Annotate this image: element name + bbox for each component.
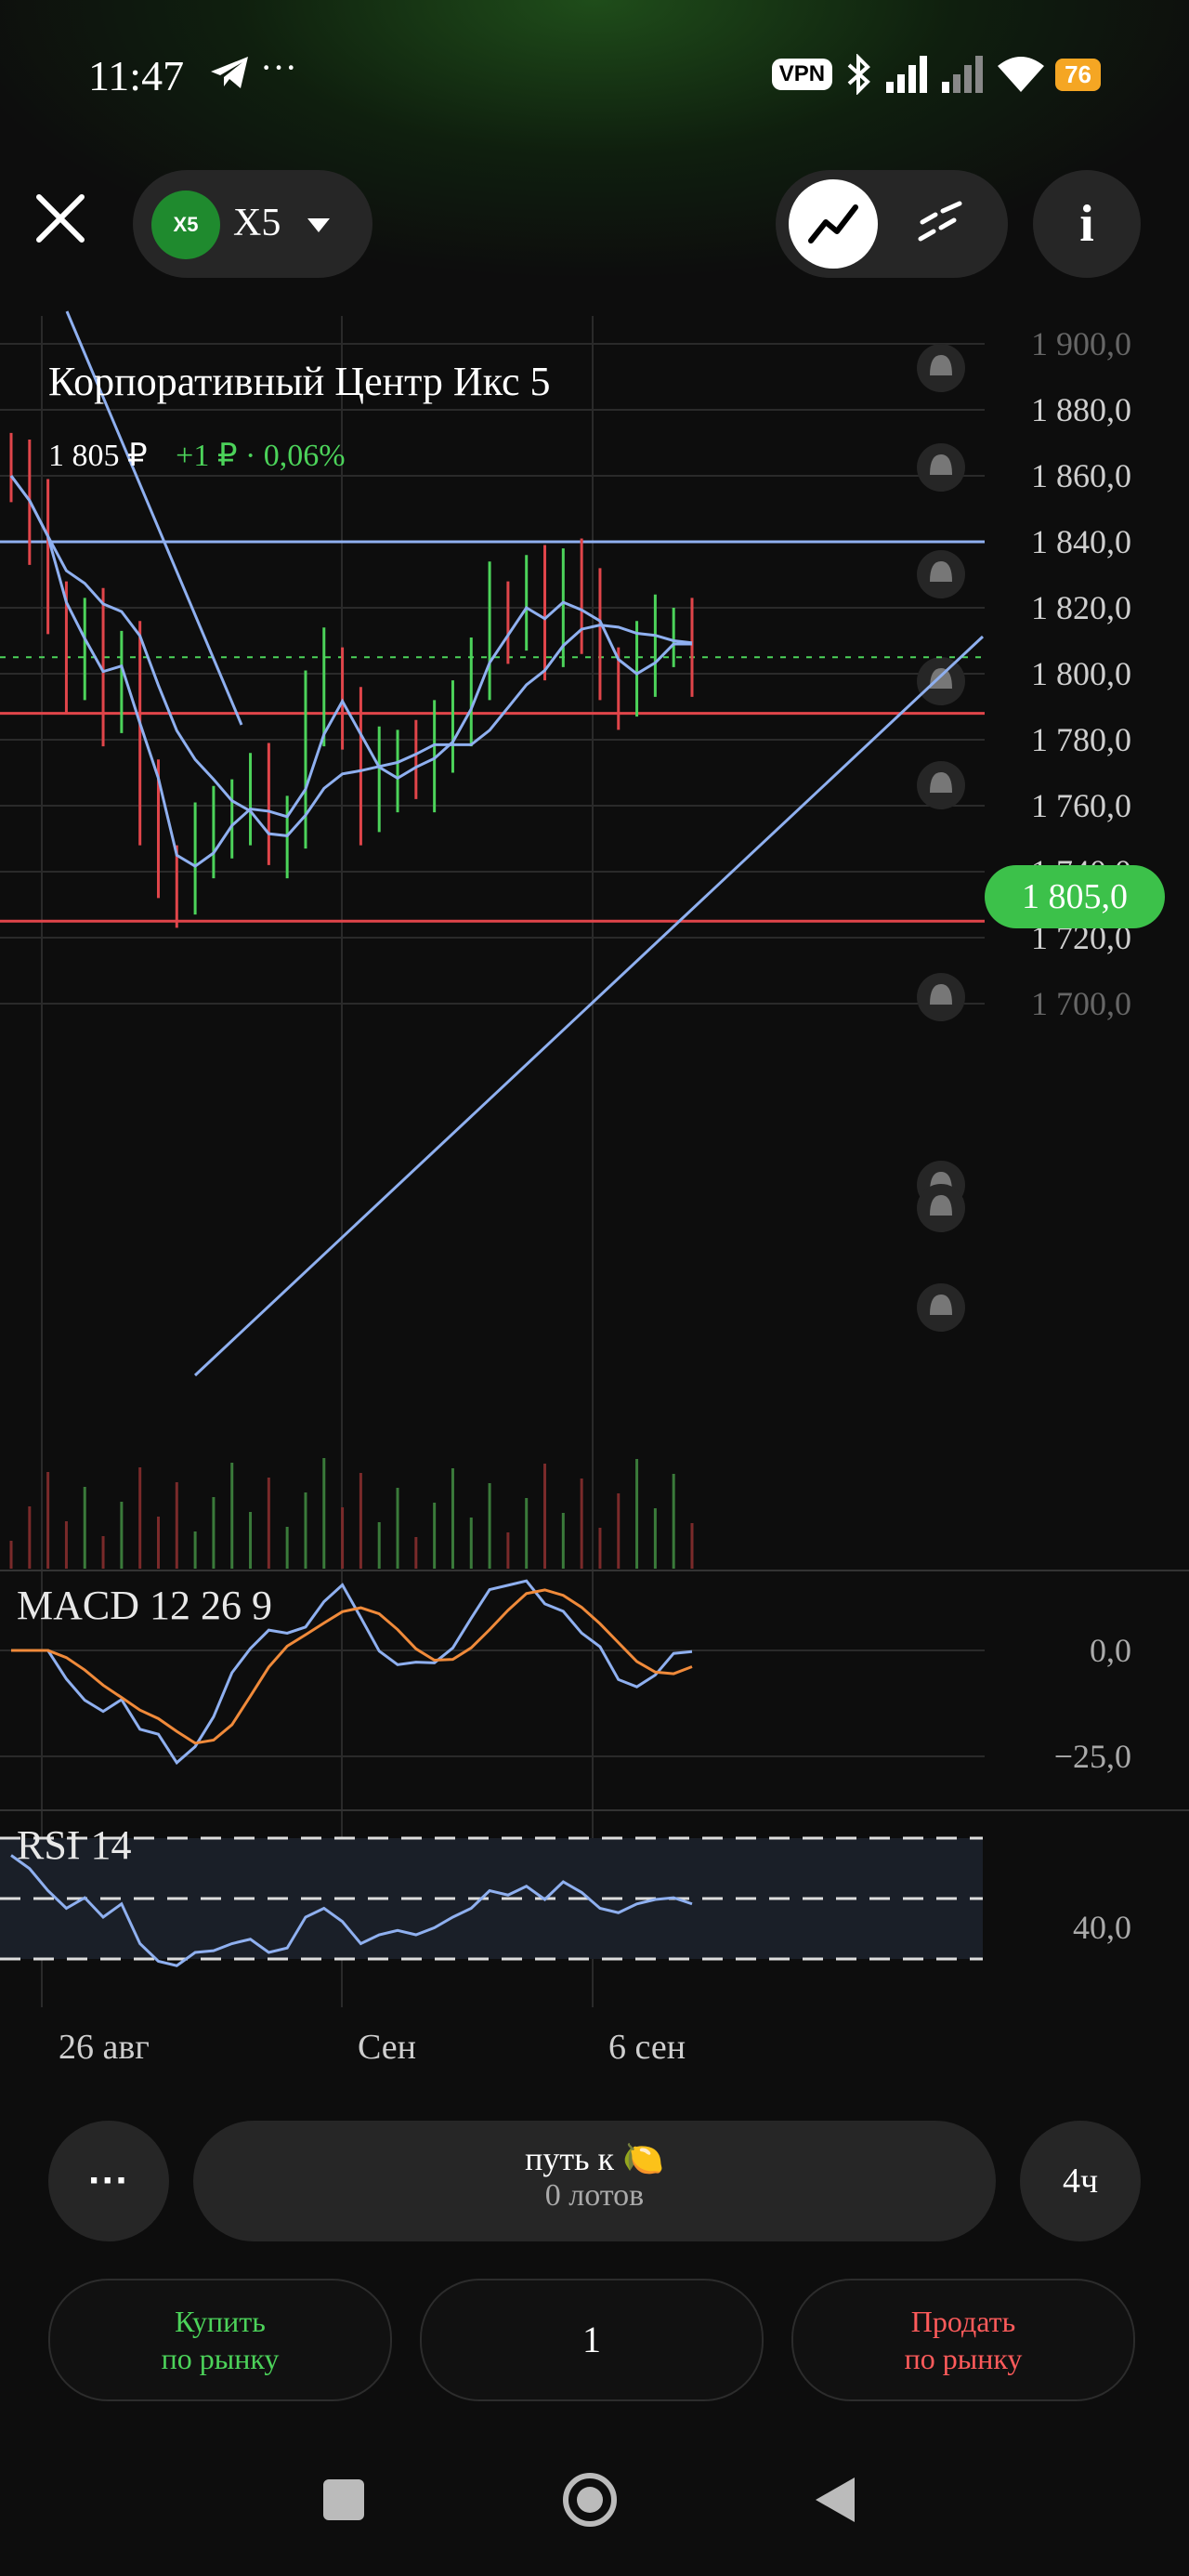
time-axis-label: 6 сен (608, 2028, 686, 2067)
ticker-name: X5 (233, 202, 281, 244)
price-axis-label: 1 840,0 (1031, 523, 1131, 560)
rsi-axis-label: 40,0 (1073, 1909, 1131, 1946)
macd-axis-label: −25,0 (1054, 1738, 1131, 1775)
price-axis-label: 1 800,0 (1031, 655, 1131, 692)
current-price: 1 805 ₽ (48, 439, 148, 473)
trend-line (193, 635, 985, 1377)
price-axis-label: 1 860,0 (1031, 457, 1131, 494)
signal-icon (886, 56, 928, 93)
status-bar: 11:47 ··· VPN 76 (88, 46, 1101, 99)
price-axis-label: 1 760,0 (1031, 787, 1131, 824)
macd-label: MACD 12 26 9 (17, 1583, 272, 1628)
chevron-down-icon (307, 218, 330, 232)
time-axis-label: 26 авг (59, 2028, 150, 2067)
system-nav-bar (323, 2473, 855, 2527)
battery-indicator: 76 (1055, 58, 1101, 91)
sell-label: Продать (910, 2305, 1016, 2338)
wifi-icon (998, 57, 1045, 92)
signal-icon (942, 56, 984, 93)
vpn-badge: VPN (771, 59, 833, 90)
price-summary: 1 805 ₽ +1 ₽ · 0,06% (48, 437, 346, 474)
buy-label: Купить (175, 2305, 266, 2338)
status-time: 11:47 (88, 52, 185, 99)
quantity-field[interactable]: 1 (420, 2279, 764, 2401)
time-axis-label: Сен (358, 2028, 416, 2067)
line-chart-mode-button[interactable] (789, 179, 878, 269)
ticker-selector[interactable]: X5 X5 (133, 170, 372, 278)
sell-market-button[interactable]: Продать по рынку (791, 2279, 1135, 2401)
macd-axis-label: 0,0 (1090, 1632, 1131, 1669)
close-icon[interactable] (28, 186, 93, 251)
instrument-name: Корпоративный Центр Икс 5 (48, 359, 551, 404)
moving-average-fast (9, 475, 692, 868)
back-icon[interactable] (816, 2477, 855, 2522)
rsi-label: RSI 14 (17, 1822, 131, 1868)
line-chart-icon (808, 204, 858, 243)
chart-mode-toggle (776, 170, 1008, 278)
strategy-lots: 0 лотов (544, 2178, 645, 2213)
price-axis-label: 1 820,0 (1031, 589, 1131, 626)
moving-average-slow (9, 475, 693, 837)
price-axis-label: 1 780,0 (1031, 721, 1131, 758)
buy-sublabel: по рынку (161, 2342, 280, 2375)
price-axis-label: 1 700,0 (1031, 985, 1131, 1022)
drawing-tools-icon[interactable] (915, 198, 971, 250)
status-more: ··· (260, 46, 297, 88)
price-chart[interactable]: 1 900,0 1 880,0 1 860,0 1 840,0 1 820,0 1 800… (0, 297, 1189, 2119)
price-axis-label: 1 900,0 (1031, 325, 1131, 362)
bluetooth-icon (847, 54, 870, 95)
recents-icon[interactable] (323, 2479, 364, 2520)
buy-market-button[interactable]: Купить по рынку (48, 2279, 392, 2401)
strategy-selector[interactable]: путь к 🍋 0 лотов (193, 2121, 996, 2241)
info-button[interactable]: i (1033, 170, 1141, 278)
telegram-icon (211, 57, 248, 88)
ticker-logo: X5 (151, 191, 220, 259)
more-button[interactable]: ··· (48, 2121, 169, 2241)
sell-sublabel: по рынку (904, 2342, 1023, 2375)
price-axis-label: 1 880,0 (1031, 391, 1131, 428)
timeframe-button[interactable]: 4ч (1020, 2121, 1141, 2241)
current-price-tag: 1 805,0 (985, 865, 1165, 928)
price-change: +1 ₽ · 0,06% (176, 439, 346, 473)
strategy-title: путь к 🍋 (525, 2140, 664, 2177)
